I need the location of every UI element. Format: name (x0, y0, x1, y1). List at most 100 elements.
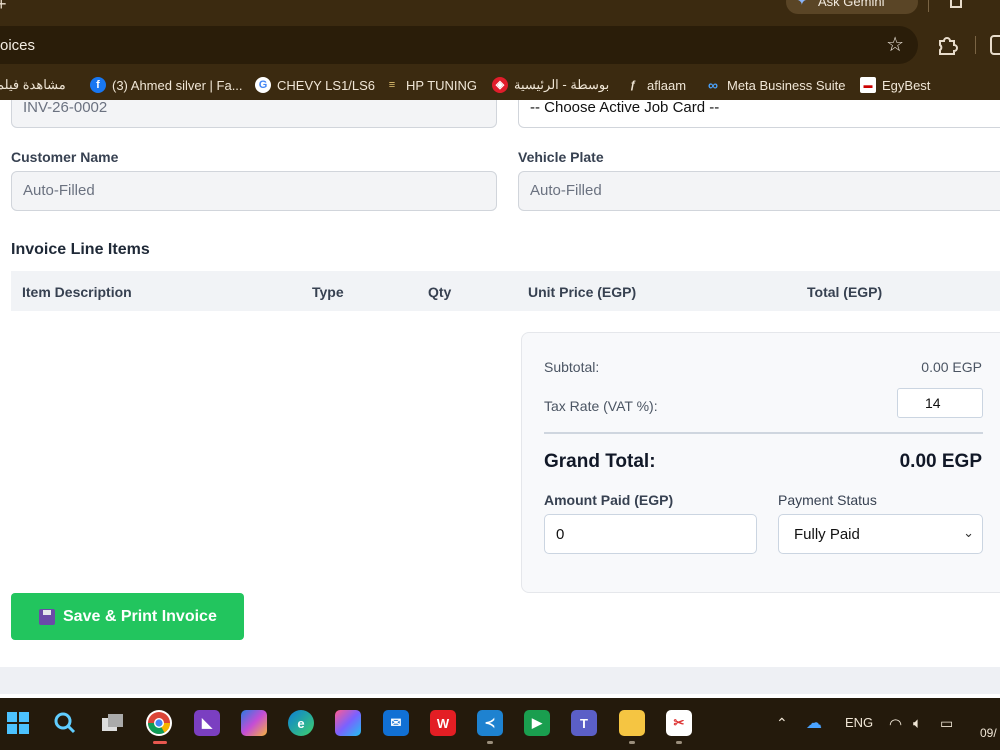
battery-icon[interactable]: ▭ (940, 715, 953, 732)
running-app-indicator (676, 741, 682, 744)
outlook-icon[interactable]: ✉ (383, 710, 409, 736)
bookmark-label: HP TUNING (406, 77, 478, 93)
customer-name-label: Customer Name (11, 149, 119, 165)
amount-paid-input[interactable]: 0 (544, 514, 757, 554)
bookmark-item[interactable]: G CHEVY LS1/LS6 (255, 77, 375, 93)
browser-toolbar: oices ☆ (0, 20, 1000, 70)
facebook-icon: f (90, 77, 106, 93)
meta-icon: ∞ (708, 77, 718, 93)
column-header: Total (EGP) (807, 284, 883, 300)
job-card-value: -- Choose Active Job Card -- (530, 100, 720, 116)
teams-icon[interactable]: T (571, 710, 597, 736)
browser-tab-strip: + ✦ Ask Gemini (0, 0, 1000, 20)
microsoft-365-icon[interactable] (335, 710, 361, 736)
bookmark-label: (3) Ahmed silver | Fa... (112, 77, 243, 93)
vehicle-plate-field: Auto-Filled (518, 171, 1000, 211)
bookmark-item[interactable]: ▬ EgyBest (860, 77, 930, 93)
bookmark-item[interactable]: f (3) Ahmed silver | Fa... (90, 77, 243, 93)
ask-gemini-button[interactable]: ✦ Ask Gemini (786, 0, 918, 14)
payment-status-value: Fully Paid (794, 526, 860, 543)
save-print-label: Save & Print Invoice (63, 607, 217, 625)
customer-name-field: Auto-Filled (11, 171, 497, 211)
extensions-puzzle-icon[interactable] (936, 34, 958, 56)
visual-studio-icon[interactable]: ◣ (194, 710, 220, 736)
side-panel-icon[interactable] (990, 35, 1000, 55)
egybest-icon: ▬ (860, 77, 876, 93)
task-view-icon[interactable] (100, 710, 126, 736)
invoice-number-value: INV-26-0002 (23, 100, 108, 116)
customer-name-placeholder: Auto-Filled (23, 182, 95, 199)
toolbar-separator (975, 36, 976, 54)
bookmark-item[interactable]: ƒ aflaam (625, 77, 686, 93)
copilot-icon[interactable] (241, 710, 267, 736)
gemini-icon: ✦ (796, 0, 808, 8)
bookmarks-bar: مشاهدة فيلم f (3) Ahmed silver | Fa... G… (0, 70, 1000, 100)
windows-taskbar: ◣ e ✉ W ≺ ▶ T ✂ ⌃ ☁ ENG ◠ 🔈︎ ▭ 09/ (0, 698, 1000, 750)
amount-paid-value: 0 (556, 526, 565, 543)
totals-panel: Subtotal: 0.00 EGP Tax Rate (VAT %): 14 … (521, 332, 1000, 593)
onedrive-icon[interactable]: ☁ (806, 713, 822, 733)
aflaam-icon: ƒ (629, 79, 637, 91)
bookmark-label: مشاهدة فيلم (0, 77, 66, 92)
bookmark-item[interactable]: ≡ HP TUNING (384, 77, 477, 93)
wps-office-icon[interactable]: W (430, 710, 456, 736)
subtotal-label: Subtotal: (544, 359, 600, 375)
bookmark-item[interactable]: ◈ بوسطة - الرئيسية (492, 77, 609, 93)
hp-tuning-icon: ≡ (388, 79, 396, 91)
totals-divider (544, 432, 983, 434)
wifi-icon[interactable]: ◠ (889, 715, 902, 733)
grand-total-value: 0.00 EGP (899, 451, 982, 472)
amount-paid-label: Amount Paid (EGP) (544, 492, 674, 508)
vehicle-plate-label: Vehicle Plate (518, 149, 604, 165)
ask-gemini-label: Ask Gemini (818, 0, 885, 9)
column-header: Qty (428, 284, 452, 300)
chrome-icon[interactable] (146, 710, 172, 736)
address-bar-url: oices (0, 37, 36, 54)
tab-strip-separator (928, 0, 929, 12)
tax-rate-value: 14 (925, 395, 941, 411)
floppy-disk-icon (39, 608, 55, 625)
chevron-up-icon[interactable]: ⌃ (776, 715, 788, 732)
job-card-select[interactable]: -- Choose Active Job Card -- (518, 100, 1000, 128)
vscode-icon[interactable]: ≺ (477, 710, 503, 736)
address-bar[interactable]: oices ☆ (0, 26, 918, 64)
meet-icon[interactable]: ▶ (524, 710, 550, 736)
file-explorer-icon[interactable] (619, 710, 645, 736)
bookmark-label: EgyBest (882, 77, 931, 93)
snipping-tool-icon[interactable]: ✂ (666, 710, 692, 736)
search-icon[interactable] (52, 710, 78, 736)
payment-status-label: Payment Status (778, 492, 877, 508)
grand-total-label: Grand Total: (544, 451, 656, 472)
bookmark-label: aflaam (647, 77, 687, 93)
tax-rate-label: Tax Rate (VAT %): (544, 398, 658, 414)
bookmark-item[interactable]: ∞ Meta Business Suite (705, 77, 846, 93)
payment-status-select[interactable]: Fully Paid ⌄ (778, 514, 983, 554)
edge-icon[interactable]: e (288, 710, 314, 736)
google-icon: G (255, 77, 271, 93)
running-app-indicator (487, 741, 493, 744)
bookmark-label: Meta Business Suite (727, 77, 846, 93)
invoice-page: INV-26-0002 -- Choose Active Job Card --… (0, 100, 1000, 698)
new-tab-icon[interactable]: + (0, 0, 7, 15)
bookmark-star-icon[interactable]: ☆ (886, 32, 904, 57)
column-header: Type (312, 284, 344, 300)
volume-icon[interactable]: 🔈︎ (913, 715, 922, 732)
chevron-down-icon: ⌄ (963, 525, 974, 540)
subtotal-value: 0.00 EGP (921, 359, 982, 375)
line-items-title: Invoice Line Items (11, 241, 150, 258)
active-app-indicator (153, 741, 167, 744)
column-header: Item Description (22, 284, 132, 300)
invoice-number-field: INV-26-0002 (11, 100, 497, 128)
bosta-icon: ◈ (492, 77, 508, 93)
running-app-indicator (629, 741, 635, 744)
bookmark-label: CHEVY LS1/LS6 (277, 77, 376, 93)
clock-date[interactable]: 09/ (980, 726, 997, 740)
save-print-button[interactable]: Save & Print Invoice (11, 593, 244, 640)
tax-rate-input[interactable]: 14 (897, 388, 983, 418)
minimize-icon[interactable] (950, 0, 962, 8)
bookmark-item[interactable]: مشاهدة فيلم (0, 77, 66, 93)
windows-start-icon[interactable] (5, 710, 31, 736)
language-indicator[interactable]: ENG (845, 715, 873, 730)
vehicle-plate-placeholder: Auto-Filled (530, 182, 602, 199)
bookmark-label: بوسطة - الرئيسية (514, 77, 610, 92)
